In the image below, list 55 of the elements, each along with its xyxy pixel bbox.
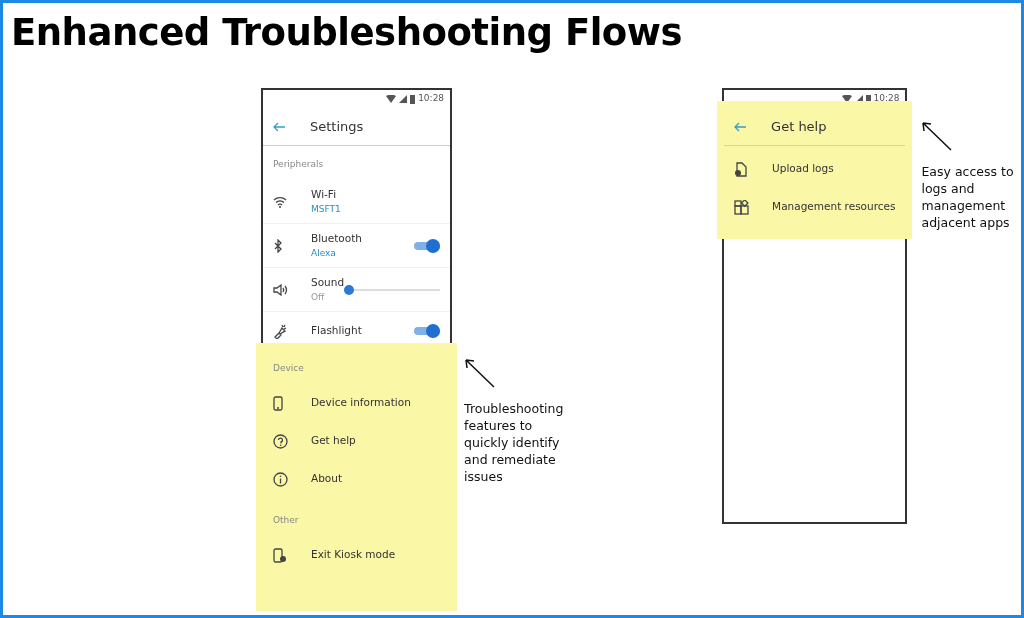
row-label: Management resources <box>772 198 896 214</box>
row-label: Sound <box>311 274 345 290</box>
flashlight-icon <box>273 323 288 339</box>
volume-slider[interactable] <box>344 284 441 295</box>
speaker-icon <box>273 283 289 297</box>
screen-title: Get help <box>771 117 827 136</box>
settings-row[interactable]: Management resources <box>724 188 906 226</box>
phone-icon <box>273 395 283 411</box>
row-subtitle: Alexa <box>311 246 337 260</box>
back-arrow-icon[interactable] <box>273 121 286 132</box>
screen-title: Settings <box>310 117 364 136</box>
back-arrow-icon[interactable] <box>734 121 748 132</box>
cell-signal-icon <box>399 95 408 103</box>
settings-row[interactable]: Sound Off <box>263 268 451 312</box>
wifi-signal-icon <box>386 95 397 103</box>
status-time: 10:28 <box>418 92 445 106</box>
status-time: 10:28 <box>873 92 900 106</box>
info-icon <box>273 471 288 487</box>
pointer-arrow <box>921 121 954 151</box>
slide-title: Enhanced Troubleshooting Flows <box>11 11 683 55</box>
grid-icon <box>734 199 750 215</box>
settings-row[interactable]: Bluetooth Alexa <box>263 224 451 268</box>
slider-thumb[interactable] <box>344 284 355 295</box>
row-label: Exit Kiosk mode <box>311 546 397 562</box>
row-label: Device information <box>311 394 412 410</box>
row-subtitle: Off <box>311 290 326 304</box>
wifi-icon <box>273 196 287 208</box>
bluetooth-icon <box>273 239 283 253</box>
row-label: Get help <box>311 432 357 448</box>
row-label: Flashlight <box>311 322 363 338</box>
question-icon <box>273 433 288 449</box>
section-label: Device <box>272 362 305 375</box>
settings-row[interactable]: Exit Kiosk mode <box>263 536 451 574</box>
toggle-switch[interactable] <box>414 323 441 338</box>
row-subtitle: MSFT1 <box>311 202 342 216</box>
row-label: Wi-Fi <box>311 186 338 202</box>
settings-row[interactable]: Device information <box>263 384 451 422</box>
settings-row[interactable]: Wi-Fi MSFT1 <box>263 180 451 224</box>
settings-row[interactable]: Upload logs <box>724 150 906 188</box>
toggle-switch[interactable] <box>414 238 441 253</box>
device-badge-icon <box>273 547 287 563</box>
row-label: About <box>311 470 344 486</box>
document-badge-icon <box>734 161 749 177</box>
row-label: Bluetooth <box>311 230 363 246</box>
annotation-text: Easy access to logs and management adjacent apps <box>921 163 1015 231</box>
section-label: Peripherals <box>272 158 325 171</box>
battery-icon <box>865 94 871 104</box>
wifi-signal-icon <box>841 95 852 103</box>
pointer-arrow <box>464 358 497 388</box>
battery-icon <box>410 94 416 104</box>
settings-row[interactable]: About <box>263 460 451 498</box>
row-label: Upload logs <box>772 160 835 176</box>
settings-row[interactable]: Get help <box>263 422 451 460</box>
annotation-text: Troubleshooting features to quickly identify and remediate issues <box>464 400 565 485</box>
section-label: Other <box>272 514 300 527</box>
